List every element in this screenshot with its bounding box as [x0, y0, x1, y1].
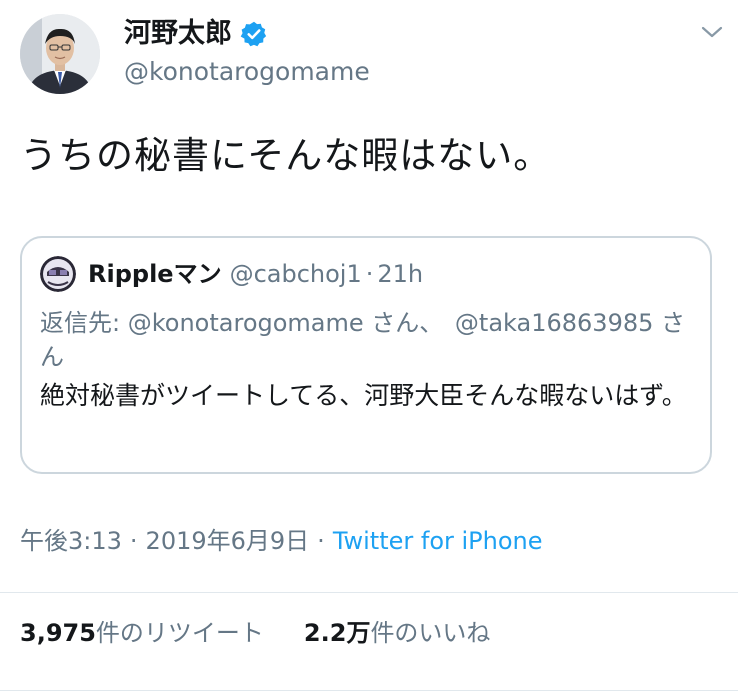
meta-separator-2: ·	[317, 527, 325, 555]
tweet-meta: 午後3:13 · 2019年6月9日 · Twitter for iPhone	[20, 524, 543, 558]
divider	[0, 592, 738, 593]
likes-count: 2.2万	[303, 619, 371, 647]
reply-prefix: 返信先:	[40, 309, 121, 337]
quoted-header: Rippleマン @cabchoj1 · 21h	[88, 256, 423, 292]
author-name[interactable]: 河野太郎	[124, 16, 232, 52]
quoted-time[interactable]: 21h	[377, 260, 423, 288]
divider-bottom	[0, 690, 738, 691]
retweets-stat[interactable]: 3,975件のリツイート	[20, 619, 264, 647]
reply-context: 返信先: @konotarogomame さん、 @taka16863985 さ…	[40, 306, 700, 374]
tweet-stats: 3,975件のリツイート 2.2万件のいいね	[20, 616, 490, 650]
verified-badge-icon	[240, 20, 268, 48]
author-handle[interactable]: @konotarogomame	[124, 56, 370, 88]
tweet-date[interactable]: 2019年6月9日	[146, 527, 310, 555]
quoted-tweet-card[interactable]: Rippleマン @cabchoj1 · 21h 返信先: @konotarogoma…	[20, 236, 712, 474]
quoted-author-handle[interactable]: @cabchoj1	[230, 260, 362, 288]
likes-label: 件のいいね	[370, 619, 491, 647]
author-name-row[interactable]: 河野太郎	[124, 16, 268, 52]
quoted-separator: ·	[365, 260, 374, 288]
reply-mention-konotarogomame[interactable]: @konotarogomame さん、	[128, 309, 444, 337]
retweets-label: 件のリツイート	[95, 619, 264, 647]
author-avatar[interactable]	[20, 14, 100, 94]
meta-separator: ·	[129, 527, 138, 555]
tweet-source-link[interactable]: Twitter for iPhone	[333, 527, 543, 555]
chevron-down-icon[interactable]	[700, 22, 724, 42]
retweets-count: 3,975	[20, 619, 96, 647]
quoted-tweet-text: 絶対秘書がツイートしてる、河野大臣そんな暇ないはず。	[40, 381, 687, 410]
quoted-author-avatar	[40, 256, 76, 292]
tweet-time[interactable]: 午後3:13	[20, 527, 122, 555]
quoted-author-name[interactable]: Rippleマン	[88, 260, 222, 288]
likes-stat[interactable]: 2.2万件のいいね	[304, 619, 491, 647]
tweet-text: うちの秘書にそんな暇はない。	[20, 134, 552, 177]
